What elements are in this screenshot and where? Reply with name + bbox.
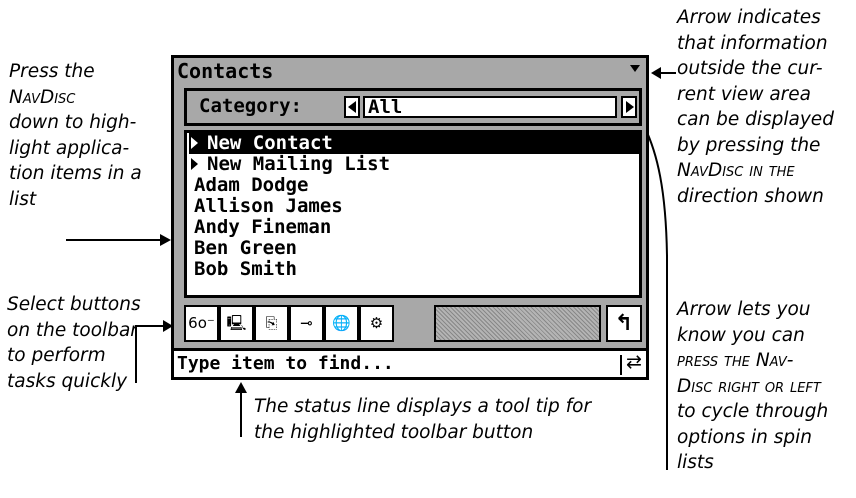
callout-status-line: The status line displays a tool tip for … — [254, 396, 592, 443]
status-line: Type item to find... ⇄ — [174, 348, 646, 377]
category-next-arrow-icon[interactable] — [621, 96, 637, 118]
pointer-line-list — [66, 239, 162, 241]
callout-scroll-arrow: Arrow indicates that information outside… — [677, 7, 834, 207]
category-prev-arrow-icon[interactable] — [344, 96, 360, 118]
status-toggle-icon[interactable]: ⇄ — [626, 351, 642, 373]
category-spin-list: Category: All — [184, 88, 642, 126]
glasses-icon[interactable]: 6o⁻ — [184, 305, 219, 342]
item-marker-icon — [191, 137, 198, 149]
back-arrow-icon[interactable]: ↰ — [606, 305, 642, 342]
pointer-line-scroll — [660, 72, 676, 74]
pointer-line-spin — [666, 255, 668, 470]
callout-spin-arrow: Arrow lets you know you can press the Na… — [677, 299, 829, 473]
list-item[interactable]: Bob Smith — [189, 259, 639, 280]
pointer-line-toolbar-h — [135, 325, 165, 327]
category-label: Category: — [199, 95, 302, 117]
list-item-new-mailing-list[interactable]: New Mailing List — [189, 154, 639, 175]
pointer-line-toolbar-v — [135, 325, 137, 383]
toolbar: 6o⁻ 🖳 ⎘ ⊸ 🌐 ⚙ ↰ — [174, 302, 646, 347]
status-text: Type item to find... — [177, 353, 394, 374]
device-screen: Contacts Category: All New Contact New M… — [171, 55, 649, 380]
settings-icon[interactable]: ⚙ — [359, 305, 394, 342]
copy-to-folder-icon[interactable]: ⎘ — [254, 305, 289, 342]
pointer-line-status — [240, 392, 242, 437]
category-value-field[interactable]: All — [363, 96, 617, 118]
pointer-arrowhead-scroll — [651, 67, 661, 79]
list-item-new-contact[interactable]: New Contact — [189, 133, 639, 154]
contacts-list: New Contact New Mailing List Adam Dodge … — [184, 130, 642, 298]
callout-toolbar-buttons: Select buttons on the toolbar to perform… — [7, 294, 141, 392]
hierarchy-icon[interactable]: ⊸ — [289, 305, 324, 342]
item-marker-icon — [191, 158, 198, 170]
title-bar: Contacts — [174, 58, 646, 88]
send-icon[interactable]: 🖳 — [219, 305, 254, 342]
list-item[interactable]: Allison James — [189, 196, 639, 217]
scroll-down-indicator-icon — [630, 65, 640, 72]
globe-icon[interactable]: 🌐 — [324, 305, 359, 342]
list-item[interactable]: Ben Green — [189, 238, 639, 259]
status-divider — [620, 355, 622, 375]
toolbar-empty-area — [434, 305, 601, 342]
list-item[interactable]: Adam Dodge — [189, 175, 639, 196]
pointer-arrowhead-list — [160, 234, 171, 246]
pointer-arrowhead-status — [235, 382, 247, 393]
app-title: Contacts — [177, 59, 274, 83]
list-item[interactable]: Andy Fineman — [189, 217, 639, 238]
callout-navdisc-highlight: Press the NavDisc down to high- light ap… — [9, 61, 142, 210]
